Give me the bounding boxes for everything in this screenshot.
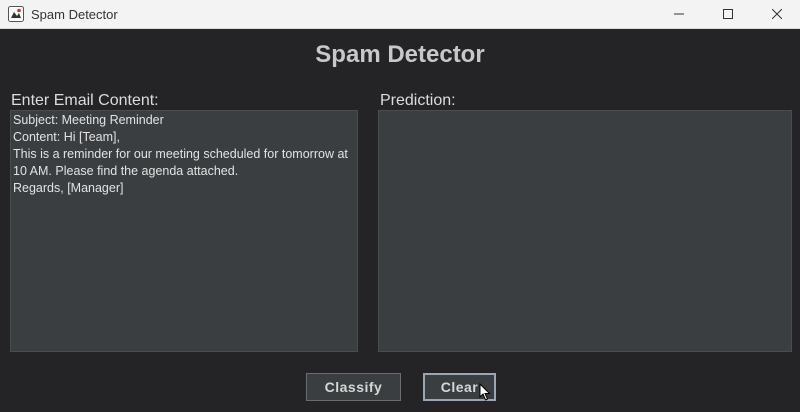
prediction-output-area[interactable] [378,110,792,352]
maximize-button[interactable] [705,0,751,29]
prediction-label: Prediction: [380,92,456,109]
mouse-pointer-icon [479,383,491,401]
email-content-textarea[interactable]: Subject: Meeting Reminder Content: Hi [T… [10,110,358,352]
minimize-icon [674,13,684,15]
app-heading: Spam Detector [315,41,485,68]
maximize-icon [723,9,733,19]
window-titlebar[interactable]: Spam Detector [0,0,800,29]
close-icon [772,9,782,19]
close-button[interactable] [754,0,800,29]
email-content-label: Enter Email Content: [11,92,159,109]
classify-button[interactable]: Classify [306,373,401,401]
minimize-button[interactable] [656,0,702,29]
java-app-icon [8,6,24,22]
window-title: Spam Detector [31,7,118,22]
